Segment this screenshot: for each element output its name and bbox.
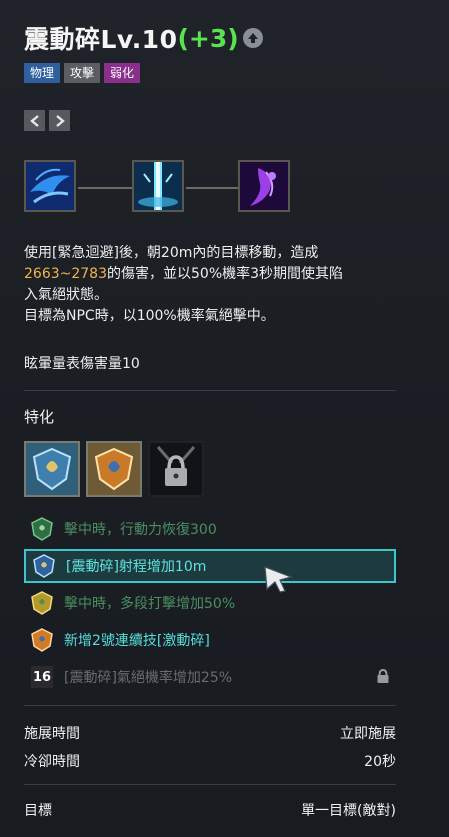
description-text: 的傷害，並以50%機率3秒期間使其陷	[107, 266, 344, 282]
damage-range: 2663~2783	[24, 266, 107, 282]
cursor-pointer-icon	[263, 565, 293, 597]
spec-option-action-recovery[interactable]: 擊中時，行動力恢復300	[24, 512, 396, 546]
stat-value: 單一目標(敵對)	[301, 803, 396, 819]
spec-option-combo-skill[interactable]: 新增2號連續技[激動碎]	[24, 623, 396, 657]
specialization-list: 擊中時，行動力恢復300 [震動碎]射程增加10m 擊中時，多段打擊增加50% …	[24, 512, 396, 697]
chain-lock-icon[interactable]	[148, 441, 204, 497]
spec-option-text: 新增2號連續技[激動碎]	[64, 633, 210, 649]
skill-name: 震動碎Lv.10	[24, 25, 178, 54]
green-crest-icon	[29, 516, 55, 542]
description-line: 2663~2783的傷害，並以50%機率3秒期間使其陷	[24, 264, 424, 285]
divider	[24, 390, 396, 391]
skill-tooltip: 震動碎Lv.10 (+3) 物理 攻擊 弱化 使用[緊急迴避]後，朝20m內的目…	[0, 0, 449, 837]
skill-tags: 物理 攻擊 弱化	[24, 63, 141, 83]
description-line: 入氣絕狀態。	[24, 287, 108, 303]
description-line: 目標為NPC時，以100%機率氣絕擊中。	[24, 308, 275, 324]
chain-connector	[186, 187, 238, 189]
divider	[24, 784, 396, 785]
tag-weaken: 弱化	[104, 63, 141, 83]
chevron-right-icon[interactable]	[49, 110, 70, 131]
blue-crest-icon	[31, 553, 57, 579]
blue-crest-icon[interactable]	[24, 441, 80, 497]
spec-option-stun-chance-locked[interactable]: 16 [震動碎]氣絕機率增加25%	[24, 660, 396, 694]
spec-option-multi-hit[interactable]: 擊中時，多段打擊增加50%	[24, 586, 396, 620]
stat-cast-time: 施展時間 立即施展	[24, 723, 396, 743]
spec-option-text: [震動碎]氣絕機率增加25%	[64, 670, 233, 686]
stat-target: 目標 單一目標(敵對)	[24, 800, 396, 820]
stat-cooldown: 冷卻時間 20秒	[24, 751, 396, 771]
skill-title-row: 震動碎Lv.10 (+3)	[24, 20, 263, 56]
spec-option-text: [震動碎]射程增加10m	[66, 559, 207, 575]
chevron-left-icon[interactable]	[24, 110, 45, 131]
combo-chain	[24, 160, 294, 216]
level-requirement-badge: 16	[31, 666, 53, 688]
lock-icon	[376, 668, 390, 688]
description-line: 使用[緊急迴避]後，朝20m內的目標移動，造成	[24, 245, 319, 261]
spec-option-text: 擊中時，行動力恢復300	[64, 522, 217, 538]
spec-option-text: 擊中時，多段打擊增加50%	[64, 596, 236, 612]
stat-label: 目標	[24, 803, 52, 819]
stat-value: 立即施展	[340, 726, 396, 742]
evade-dash-skill-icon[interactable]	[24, 160, 76, 212]
stun-gauge-damage: 眩暈量表傷害量10	[24, 356, 140, 372]
arrow-up-circle-icon[interactable]	[242, 28, 263, 48]
orange-crest-icon[interactable]	[86, 441, 142, 497]
spec-option-range-increase[interactable]: [震動碎]射程增加10m	[24, 549, 396, 583]
stat-value: 20秒	[364, 754, 396, 770]
divider	[24, 705, 396, 706]
gold-crest-icon	[29, 590, 55, 616]
page-nav	[24, 110, 70, 131]
tag-attack: 攻擊	[64, 63, 101, 83]
purple-strike-skill-icon[interactable]	[238, 160, 290, 212]
lightning-pillar-skill-icon[interactable]	[132, 160, 184, 212]
skill-description: 使用[緊急迴避]後，朝20m內的目標移動，造成 2663~2783的傷害，並以5…	[24, 243, 424, 327]
chain-connector	[78, 187, 132, 189]
skill-bonus-level: (+3)	[177, 23, 239, 53]
tag-physical: 物理	[24, 63, 61, 83]
specialization-label: 特化	[24, 408, 55, 426]
orange-crest-icon	[29, 627, 55, 653]
stat-label: 冷卻時間	[24, 754, 80, 770]
stat-label: 施展時間	[24, 726, 80, 742]
specialization-slots	[24, 441, 204, 497]
